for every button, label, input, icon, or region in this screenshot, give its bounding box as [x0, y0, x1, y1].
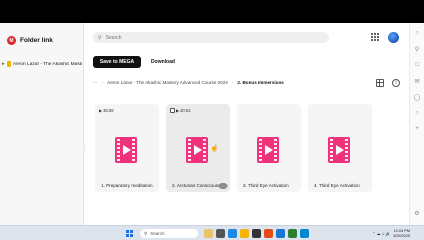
- apps-grid-icon[interactable]: [371, 33, 379, 41]
- duration-label: 20:02: [180, 108, 191, 113]
- file-explorer-icon[interactable]: [240, 229, 249, 238]
- mouse-pointer-icon: ☝: [210, 145, 219, 152]
- file-name: 4. Third Eye Activation: [314, 183, 360, 188]
- select-checkbox[interactable]: [170, 108, 175, 113]
- chat-icon[interactable]: ○: [413, 109, 421, 117]
- add-icon[interactable]: +: [413, 125, 421, 133]
- breadcrumb-more-icon[interactable]: ···: [93, 80, 98, 85]
- clock-time: 12:04 PM: [393, 229, 410, 233]
- brand-title: Folder link: [20, 37, 53, 44]
- search-icon[interactable]: ⚲: [413, 45, 421, 53]
- taskbar-search[interactable]: ⚲ Search: [140, 229, 198, 238]
- search-icon: ⚲: [98, 34, 102, 41]
- duration-label: 35:58: [103, 108, 114, 113]
- breadcrumb-separator-icon: ›: [101, 80, 104, 85]
- extension-icon[interactable]: ○: [413, 29, 421, 37]
- mail-icon[interactable]: ✉: [413, 77, 421, 85]
- view-toggle-icon[interactable]: [376, 79, 384, 87]
- video-duration: ▶ 35:58: [99, 108, 114, 113]
- folder-tree-item[interactable]: ▸ Aeron Lazar - The Akashic Mastery Adva…: [2, 61, 82, 67]
- play-icon: ▶: [99, 108, 103, 113]
- search-icon: ⚲: [144, 230, 148, 236]
- file-card[interactable]: 4. Third Eye Activation: [308, 104, 372, 192]
- search-input[interactable]: [105, 34, 306, 41]
- more-options-icon[interactable]: ···: [219, 183, 227, 189]
- shopping-icon[interactable]: ◯: [413, 93, 421, 101]
- edge-icon[interactable]: [228, 229, 237, 238]
- search-bar[interactable]: ⚲: [93, 32, 329, 43]
- bookmark-icon[interactable]: □: [413, 61, 421, 69]
- app-icon[interactable]: [288, 229, 297, 238]
- file-card[interactable]: ▶ 35:58 1. Preparatory meditation: [95, 104, 159, 192]
- file-card[interactable]: ▶ 20:02 2. Arcturian Consciousness ···: [166, 104, 230, 192]
- windows-start-icon[interactable]: [126, 230, 133, 237]
- taskbar-search-label: Search: [150, 231, 165, 236]
- play-icon: ▶: [176, 108, 180, 113]
- left-panel: M Folder link ▸ Aeron Lazar - The Akashi…: [0, 23, 84, 225]
- save-to-mega-button[interactable]: Save to MEGA: [93, 56, 141, 68]
- system-tray-icons[interactable]: ⌃ ☁ ♫ 🔊: [372, 231, 391, 236]
- browser-side-panel: ○ ⚲ □ ✉ ◯ ○ + ⚙: [409, 23, 424, 225]
- video-duration: ▶ 20:02: [170, 108, 191, 113]
- taskbar: ⚲ Search ⌃ ☁ ♫ 🔊 12:04 PM 3/25/2025: [0, 225, 424, 240]
- breadcrumb: ··· › Aeron Lazar - The Akashic Mastery …: [93, 80, 284, 85]
- avatar[interactable]: [388, 32, 399, 43]
- file-name: 3. Third Eye Activation: [243, 183, 289, 188]
- brave-icon[interactable]: [264, 229, 273, 238]
- breadcrumb-item-current: 2. Bonus Immersions: [237, 80, 284, 85]
- brand: M Folder link: [7, 36, 53, 45]
- panel-resize-handle[interactable]: ⋮: [82, 145, 88, 152]
- download-button[interactable]: Download: [143, 56, 183, 68]
- breadcrumb-item-course[interactable]: Aeron Lazar - The Akashic Mastery Advanc…: [107, 80, 228, 85]
- folder-icon: [6, 61, 11, 67]
- store-icon[interactable]: [252, 229, 261, 238]
- mega-logo-icon: M: [7, 36, 16, 45]
- mega-app-window: M Folder link ▸ Aeron Lazar - The Akashi…: [0, 23, 424, 225]
- video-file-icon: [186, 137, 208, 163]
- app-icon[interactable]: [276, 229, 285, 238]
- video-file-icon: [328, 137, 350, 163]
- clock-date: 3/25/2025: [393, 233, 410, 238]
- task-view-icon[interactable]: [216, 229, 225, 238]
- top-black-bar: [0, 0, 424, 23]
- info-icon[interactable]: i: [392, 79, 400, 87]
- folder-tree-label: Aeron Lazar - The Akashic Mastery Advanc…: [12, 61, 82, 67]
- clock[interactable]: 12:04 PM 3/25/2025: [393, 229, 410, 238]
- video-file-icon: [257, 137, 279, 163]
- file-name: 1. Preparatory meditation: [101, 183, 153, 188]
- settings-icon[interactable]: ⚙: [413, 209, 421, 217]
- chevron-right-icon[interactable]: ▸: [2, 61, 5, 67]
- file-card[interactable]: 3. Third Eye Activation: [237, 104, 301, 192]
- app-icon[interactable]: [300, 229, 309, 238]
- widgets-icon[interactable]: [204, 229, 213, 238]
- video-file-icon: [115, 137, 137, 163]
- breadcrumb-separator-icon: ›: [231, 80, 234, 85]
